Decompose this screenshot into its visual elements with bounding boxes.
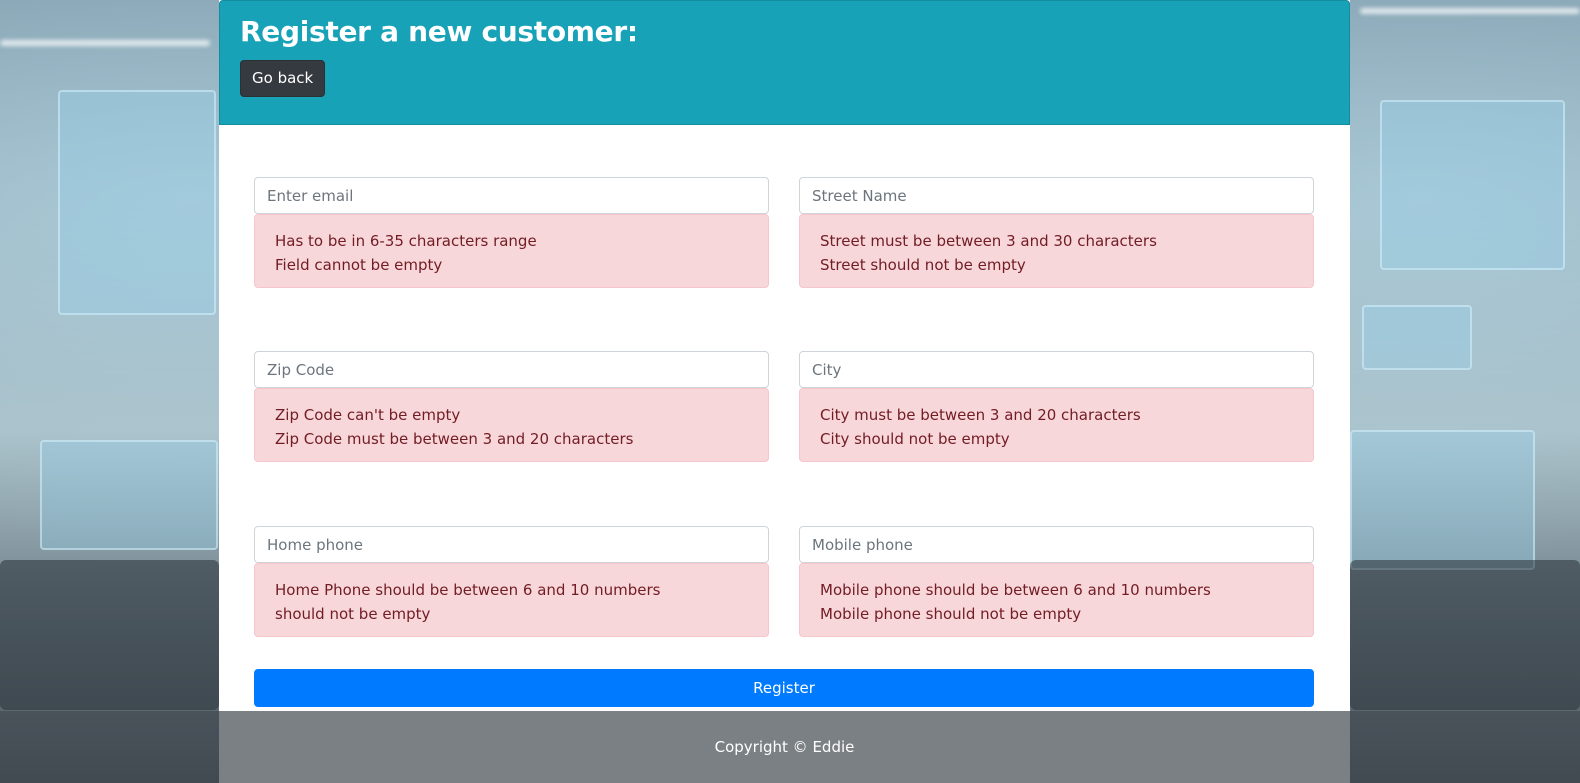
page-title: Register a new customer: <box>240 15 638 48</box>
background-light <box>0 40 210 46</box>
error-message: Street must be between 3 and 30 characte… <box>820 232 1157 250</box>
zip-code-field[interactable] <box>254 351 769 388</box>
email-group: Has to be in 6-35 characters range Field… <box>254 177 769 288</box>
city-field[interactable] <box>799 351 1314 388</box>
background-light <box>1360 8 1580 14</box>
home-phone-group: Home Phone should be between 6 and 10 nu… <box>254 526 769 637</box>
background-hologram-screen <box>1380 100 1565 270</box>
home-phone-error-alert: Home Phone should be between 6 and 10 nu… <box>254 563 769 637</box>
background-hologram-screen <box>40 440 218 550</box>
error-message: Mobile phone should be between 6 and 10 … <box>820 581 1211 599</box>
error-message: City must be between 3 and 20 characters <box>820 406 1141 424</box>
error-message: Field cannot be empty <box>275 256 443 274</box>
background-hologram-screen <box>1362 305 1472 370</box>
background-hologram-screen <box>58 90 216 315</box>
mobile-phone-group: Mobile phone should be between 6 and 10 … <box>799 526 1314 637</box>
error-message: Home Phone should be between 6 and 10 nu… <box>275 581 661 599</box>
mobile-phone-error-alert: Mobile phone should be between 6 and 10 … <box>799 563 1314 637</box>
page-header: Register a new customer: Go back <box>219 0 1350 125</box>
city-group: City must be between 3 and 20 characters… <box>799 351 1314 462</box>
background-hologram-screen <box>1350 430 1535 570</box>
error-message: City should not be empty <box>820 430 1010 448</box>
footer-band: Copyright © Eddie <box>0 711 1580 783</box>
error-message: Zip Code can't be empty <box>275 406 461 424</box>
register-button[interactable]: Register <box>254 669 1314 707</box>
background-desk <box>0 560 219 710</box>
registration-panel: Register a new customer: Go back Has to … <box>219 0 1350 711</box>
error-message: Mobile phone should not be empty <box>820 605 1082 623</box>
zip-error-alert: Zip Code can't be empty Zip Code must be… <box>254 388 769 462</box>
error-message: Street should not be empty <box>820 256 1026 274</box>
background-desk <box>1350 560 1580 710</box>
email-error-alert: Has to be in 6-35 characters range Field… <box>254 214 769 288</box>
zip-group: Zip Code can't be empty Zip Code must be… <box>254 351 769 462</box>
home-phone-field[interactable] <box>254 526 769 563</box>
error-message: should not be empty <box>275 605 431 623</box>
go-back-button[interactable]: Go back <box>240 60 326 97</box>
city-error-alert: City must be between 3 and 20 characters… <box>799 388 1314 462</box>
street-name-field[interactable] <box>799 177 1314 214</box>
footer: Copyright © Eddie <box>219 711 1350 783</box>
copyright-text: Copyright © Eddie <box>714 738 855 756</box>
street-error-alert: Street must be between 3 and 30 characte… <box>799 214 1314 288</box>
street-group: Street must be between 3 and 30 characte… <box>799 177 1314 288</box>
error-message: Zip Code must be between 3 and 20 charac… <box>275 430 634 448</box>
email-field[interactable] <box>254 177 769 214</box>
mobile-phone-field[interactable] <box>799 526 1314 563</box>
error-message: Has to be in 6-35 characters range <box>275 232 537 250</box>
